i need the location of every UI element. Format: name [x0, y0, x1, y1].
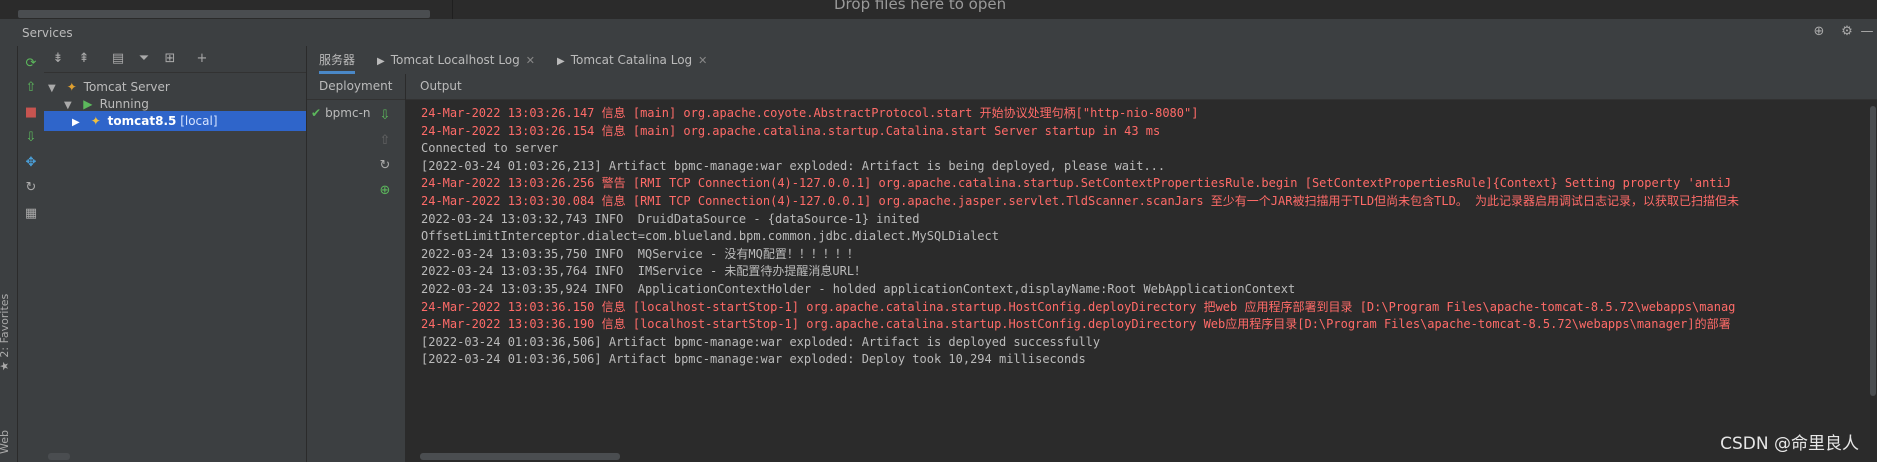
- refresh-icon[interactable]: ↻: [23, 180, 39, 196]
- top-strip: Drop files here to open: [0, 0, 1877, 19]
- tomcat-running-icon: ✦: [90, 114, 101, 128]
- drop-files-hint: Drop files here to open: [834, 0, 1007, 13]
- log-line: OffsetLimitInterceptor.dialect=com.bluel…: [421, 229, 999, 244]
- tree-horizontal-scrollbar[interactable]: [48, 453, 70, 460]
- tab-label: Tomcat Catalina Log: [570, 53, 693, 67]
- vertical-scrollbar[interactable]: [1869, 100, 1877, 450]
- log-line: 24-Mar-2022 13:03:30.084 信息 [RMI TCP Con…: [421, 194, 1740, 208]
- expand-all-icon[interactable]: ⇟: [50, 51, 66, 67]
- tree-node-label: Running: [99, 97, 149, 111]
- rerun-icon[interactable]: ⟳: [23, 56, 39, 72]
- log-line: [2022-03-24 01:03:36,506] Artifact bpmc-…: [421, 334, 1101, 349]
- close-icon[interactable]: ✕: [698, 54, 707, 67]
- deployment-header: Deployment: [307, 74, 405, 100]
- log-line: 2022-03-24 13:03:35,764 INFO IMService -…: [421, 264, 867, 279]
- details-tabbar: 服务器 ▶ Tomcat Localhost Log ✕ ▶ Tomcat Catal…: [307, 46, 1877, 75]
- tab-label: 服务器: [319, 53, 356, 67]
- log-line: 24-Mar-2022 13:03:26.147 信息 [main] org.a…: [421, 106, 1199, 120]
- log-icon: ▶: [377, 56, 385, 67]
- debug-icon[interactable]: ✥: [23, 155, 39, 171]
- undeploy-icon[interactable]: ⇧: [377, 133, 393, 149]
- close-icon[interactable]: ✕: [526, 54, 535, 67]
- collapse-all-icon[interactable]: ⇞: [76, 51, 92, 67]
- horizontal-scrollbar[interactable]: [18, 10, 430, 18]
- watermark: CSDN @命里良人: [1720, 434, 1859, 454]
- web-tab[interactable]: Web: [0, 430, 11, 454]
- web-label: Web: [0, 430, 11, 454]
- gear-icon[interactable]: ⚙: [1839, 24, 1855, 40]
- log-line: 24-Mar-2022 13:03:36.190 信息 [localhost-s…: [421, 317, 1731, 332]
- console-log[interactable]: 24-Mar-2022 13:03:26.147 信息 [main] org.a…: [406, 100, 1868, 450]
- redeploy-icon[interactable]: ↻: [377, 158, 393, 174]
- scroll-thumb[interactable]: [1870, 106, 1876, 396]
- horizontal-scrollbar[interactable]: [420, 453, 620, 460]
- log-line: 24-Mar-2022 13:03:36.150 信息 [localhost-s…: [421, 299, 1736, 314]
- new-tab-icon[interactable]: ⊞: [162, 51, 178, 67]
- instance-name: tomcat8.5: [107, 114, 177, 128]
- deployment-column: Deployment ✔ bpmc-n ⇩ ⇧ ↻ ⊕: [307, 74, 406, 462]
- tab-label: Tomcat Localhost Log: [390, 53, 520, 67]
- tool-window-strip: ★ 2: Favorites Web: [0, 46, 18, 462]
- check-icon: ✔: [311, 106, 322, 120]
- log-line: 2022-03-24 13:03:32,743 INFO DruidDataSo…: [421, 211, 920, 226]
- favorites-label: 2: Favorites: [0, 293, 11, 358]
- services-header: Services ⊕ ⚙ —: [0, 19, 1877, 47]
- deployment-item-label: bpmc-n: [325, 106, 371, 120]
- target-icon[interactable]: ⊕: [1811, 24, 1827, 40]
- tab-tomcat-catalina-log[interactable]: ▶ Tomcat Catalina Log ✕: [557, 46, 707, 74]
- tree-node-tomcat85[interactable]: ▶ ✦ tomcat8.5 [local]: [44, 111, 306, 131]
- log-line: 2022-03-24 13:03:35,924 INFO Application…: [421, 282, 1296, 296]
- star-icon: ★: [0, 361, 11, 371]
- log-line: [2022-03-24 01:03:36,506] Artifact bpmc-…: [421, 352, 1086, 367]
- collapsed-arrow-icon[interactable]: ▶: [72, 113, 84, 133]
- instance-suffix: [local]: [180, 114, 218, 128]
- hide-panel-icon[interactable]: —: [1859, 24, 1875, 40]
- tab-server[interactable]: 服务器: [319, 46, 356, 74]
- group-services-icon[interactable]: ▤: [110, 51, 126, 67]
- log-line: 24-Mar-2022 13:03:26.154 信息 [main] org.a…: [421, 123, 1161, 138]
- divider: [452, 0, 453, 19]
- stop-icon[interactable]: ■: [23, 105, 39, 121]
- deploy-icon[interactable]: ⇩: [377, 108, 393, 124]
- log-line: 2022-03-24 13:03:35,750 INFO MQService -…: [421, 246, 859, 261]
- tree-toolbar: ⇟ ⇞ ▤ ⏷ ⊞ +: [44, 46, 306, 73]
- services-tree-pane: ⇟ ⇞ ▤ ⏷ ⊞ + ▼ ✦ Tomcat Server ▼ ▶ Runnin…: [44, 46, 307, 462]
- add-service-icon[interactable]: +: [194, 51, 210, 67]
- log-line: [2022-03-24 01:03:26,213] Artifact bpmc-…: [421, 158, 1166, 173]
- service-details-pane: 服务器 ▶ Tomcat Localhost Log ✕ ▶ Tomcat Catal…: [307, 46, 1877, 462]
- update-app-icon[interactable]: ⇧: [23, 80, 39, 96]
- services-title: Services: [22, 26, 73, 40]
- deployment-item[interactable]: ✔ bpmc-n: [311, 106, 371, 120]
- filter-icon[interactable]: ⏷: [136, 51, 152, 67]
- log-line: 24-Mar-2022 13:03:26.256 警告 [RMI TCP Con…: [421, 176, 1731, 191]
- output-header: Output: [406, 74, 1877, 100]
- log-line: Connected to server: [421, 141, 559, 156]
- favorites-tab[interactable]: ★ 2: Favorites: [0, 294, 11, 371]
- tree-node-label: Tomcat Server: [83, 80, 170, 94]
- deploy-icon[interactable]: ⇩: [23, 130, 39, 146]
- output-panel: Output 24-Mar-2022 13:03:26.147 信息 [main…: [406, 74, 1877, 462]
- services-action-toolbar: ⟳ ⇧ ■ ⇩ ✥ ↻ ▦: [18, 46, 44, 462]
- tab-tomcat-localhost-log[interactable]: ▶ Tomcat Localhost Log ✕: [377, 46, 535, 74]
- layout-icon[interactable]: ▦: [23, 206, 39, 222]
- add-artifact-icon[interactable]: ⊕: [377, 183, 393, 199]
- log-icon: ▶: [557, 56, 565, 67]
